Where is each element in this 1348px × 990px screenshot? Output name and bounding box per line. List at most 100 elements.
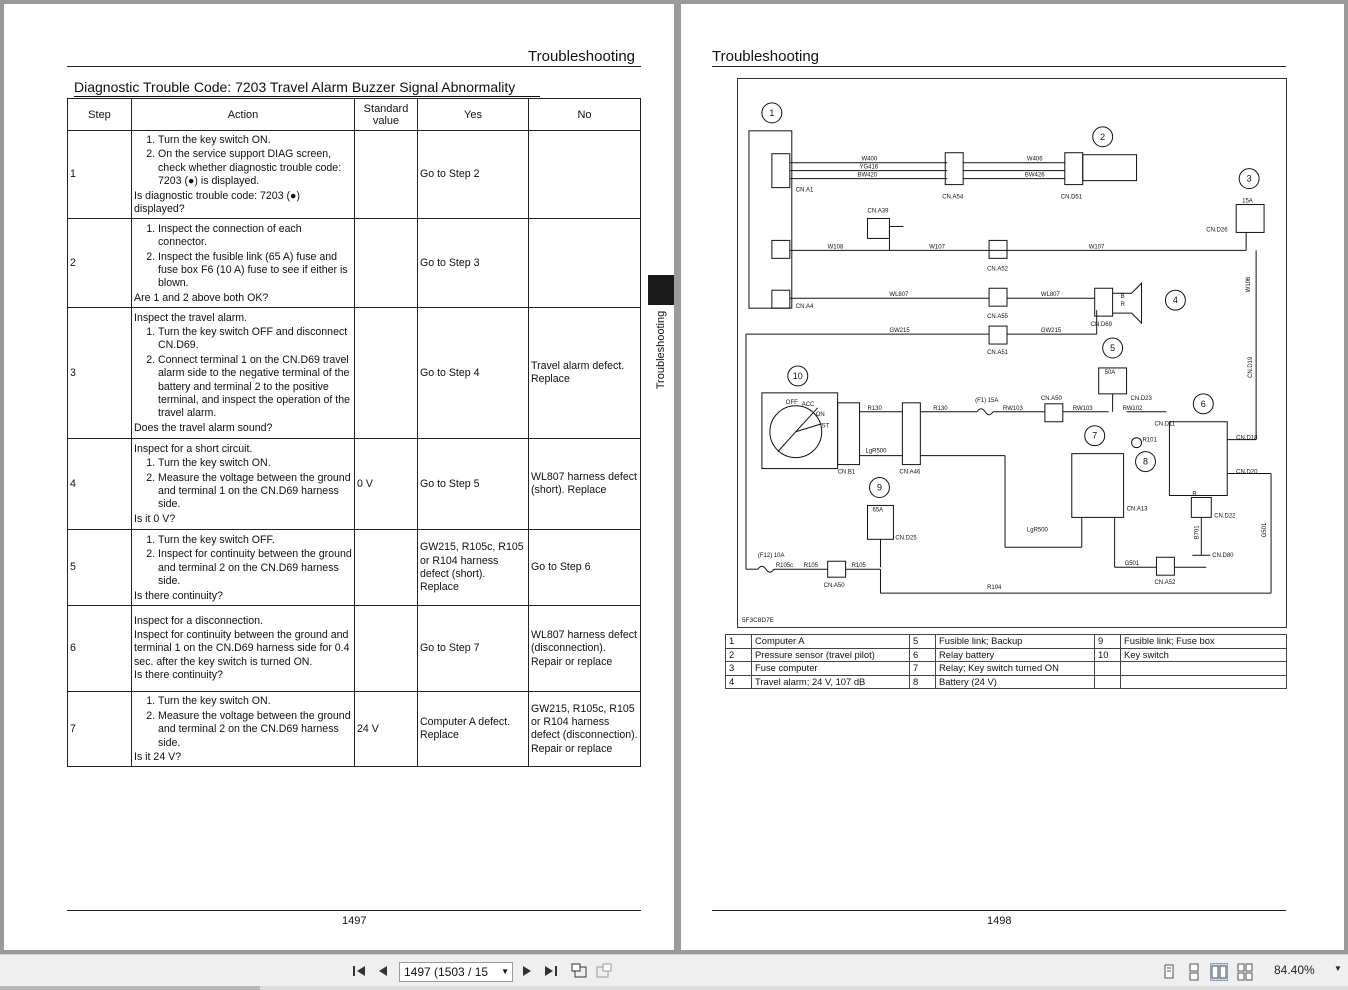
cell-standard-value xyxy=(354,307,418,440)
cell-yes: Computer A defect. Replace xyxy=(417,691,529,768)
legend-description: Fuse computer xyxy=(751,661,910,676)
side-label-text: Troubleshooting xyxy=(655,310,667,390)
page-number: 1497 xyxy=(342,915,367,927)
footer-rule xyxy=(67,910,641,911)
cell-action: Turn the key switch OFF.Inspect for cont… xyxy=(131,529,355,607)
svg-text:OFF: OFF xyxy=(786,400,798,406)
action-item: Inspect the fusible link (65 A) fuse and… xyxy=(158,251,352,291)
svg-text:CN.D22: CN.D22 xyxy=(1214,513,1236,519)
svg-text:B701: B701 xyxy=(1194,525,1200,540)
table-row: 4Inspect for a short circuit. Turn the ke… xyxy=(67,438,641,531)
svg-text:B: B xyxy=(1121,294,1125,300)
legend-number: 9 xyxy=(1094,634,1121,649)
svg-text:CN.A52: CN.A52 xyxy=(1154,580,1176,586)
col-header-no: No xyxy=(528,98,641,131)
previous-view-icon[interactable] xyxy=(569,963,589,981)
continuous-icon[interactable] xyxy=(1185,963,1203,981)
action-item: Inspect for continuity between the groun… xyxy=(158,548,352,588)
col-header-yes: Yes xyxy=(417,98,529,131)
legend-number: 10 xyxy=(1094,647,1121,662)
legend-row: 4 Travel alarm; 24 V, 107 dB 8 Battery (24 … xyxy=(725,674,1287,689)
legend-description: Pressure sensor (travel pilot) xyxy=(751,647,910,662)
svg-text:CN.A46: CN.A46 xyxy=(899,470,921,476)
svg-text:(F1) 15A: (F1) 15A xyxy=(975,398,998,404)
diagnostic-table: Step Action Standard value Yes No 1Turn … xyxy=(67,98,641,768)
svg-text:CN.D80: CN.D80 xyxy=(1212,553,1234,559)
svg-text:LgR500: LgR500 xyxy=(1027,527,1049,533)
cell-step: 4 xyxy=(67,438,132,531)
svg-text:CN.D51: CN.D51 xyxy=(1061,195,1083,201)
svg-text:5: 5 xyxy=(1110,343,1115,353)
single-page-icon[interactable] xyxy=(1160,963,1178,981)
chevron-down-icon[interactable]: ▼ xyxy=(1334,964,1342,973)
page-field-text: 1497 (1503 / 15 xyxy=(404,965,489,979)
action-question: Is there continuity? xyxy=(134,669,223,682)
svg-text:ON: ON xyxy=(816,412,825,418)
cell-action: Inspect for a short circuit. Turn the key… xyxy=(131,438,355,531)
svg-text:CN.D23: CN.D23 xyxy=(1131,396,1153,402)
action-question: Are 1 and 2 above both OK? xyxy=(134,291,269,304)
facing-icon[interactable] xyxy=(1210,963,1228,981)
svg-text:4: 4 xyxy=(1173,295,1178,305)
table-row: 3Inspect the travel alarm. Turn the key s… xyxy=(67,307,641,440)
action-intro: Inspect for a short circuit. xyxy=(134,442,253,455)
legend-number xyxy=(1094,661,1121,676)
cell-no xyxy=(528,129,641,220)
svg-text:G501: G501 xyxy=(1262,522,1268,537)
next-page-icon[interactable] xyxy=(518,963,536,981)
action-item: On the service support DIAG screen, chec… xyxy=(158,148,352,188)
cell-step: 2 xyxy=(67,218,132,309)
svg-text:65A: 65A xyxy=(873,507,884,513)
action-question: Is it 24 V? xyxy=(134,751,182,764)
svg-text:W108: W108 xyxy=(828,244,844,250)
continuous-facing-icon[interactable] xyxy=(1236,963,1254,981)
cell-action: Turn the key switch ON. Measure the volta… xyxy=(131,691,355,768)
action-intro: Inspect for a disconnection. xyxy=(134,615,263,628)
last-page-icon[interactable] xyxy=(542,963,560,981)
svg-text:7: 7 xyxy=(1092,431,1097,441)
cell-yes: Go to Step 3 xyxy=(417,218,529,309)
svg-text:BW420: BW420 xyxy=(858,173,878,179)
svg-text:R130: R130 xyxy=(868,406,883,412)
col-header-step: Step xyxy=(67,98,132,131)
legend-description: Battery (24 V) xyxy=(935,674,1095,689)
cell-standard-value xyxy=(354,605,418,693)
svg-text:CN.A1: CN.A1 xyxy=(796,188,814,194)
svg-text:R105c: R105c xyxy=(776,563,793,569)
footer-rule xyxy=(712,910,1286,911)
svg-text:RW103: RW103 xyxy=(1003,406,1023,412)
page-number-field[interactable]: 1497 (1503 / 15 ▼ xyxy=(399,962,513,982)
table-row: 7 Turn the key switch ON. Measure the volt… xyxy=(67,691,641,768)
cell-no: Go to Step 6 xyxy=(528,529,641,607)
svg-text:G501: G501 xyxy=(1125,561,1140,567)
svg-text:9: 9 xyxy=(877,482,882,492)
legend-description: Fusible link; Backup xyxy=(935,634,1095,649)
action-item: Turn the key switch ON. xyxy=(158,457,352,470)
svg-text:W406: W406 xyxy=(1027,157,1043,163)
zoom-level[interactable]: 84.40% xyxy=(1274,963,1315,977)
first-page-icon[interactable] xyxy=(350,963,368,981)
svg-text:R: R xyxy=(1121,302,1126,308)
wiring-diagram: 1 2 3 4 5 6 7 8 9 10 CN.A1 CN.A54 CN.D51… xyxy=(737,78,1287,628)
chevron-down-icon[interactable]: ▼ xyxy=(501,963,509,981)
horizontal-scrollbar[interactable] xyxy=(0,986,1348,990)
svg-text:W400: W400 xyxy=(862,157,878,163)
svg-text:CN.A50: CN.A50 xyxy=(1041,396,1063,402)
svg-text:(F12) 10A: (F12) 10A xyxy=(758,553,785,559)
prev-page-icon[interactable] xyxy=(374,963,392,981)
svg-text:R105: R105 xyxy=(804,563,819,569)
svg-text:BW426: BW426 xyxy=(1025,173,1045,179)
svg-text:CN.A13: CN.A13 xyxy=(1127,506,1149,512)
running-header: Troubleshooting xyxy=(528,48,636,65)
svg-text:ST: ST xyxy=(822,424,830,430)
cell-step: 6 xyxy=(67,605,132,693)
svg-text:W107: W107 xyxy=(929,244,945,250)
scrollbar-thumb[interactable] xyxy=(0,986,260,990)
cell-yes: Go to Step 2 xyxy=(417,129,529,220)
next-view-icon[interactable] xyxy=(594,963,614,981)
svg-text:15A: 15A xyxy=(1242,199,1253,205)
header-rule xyxy=(67,66,641,67)
legend-number: 7 xyxy=(909,661,936,676)
legend-number: 4 xyxy=(725,674,752,689)
side-label: Troubleshooting xyxy=(648,308,674,398)
